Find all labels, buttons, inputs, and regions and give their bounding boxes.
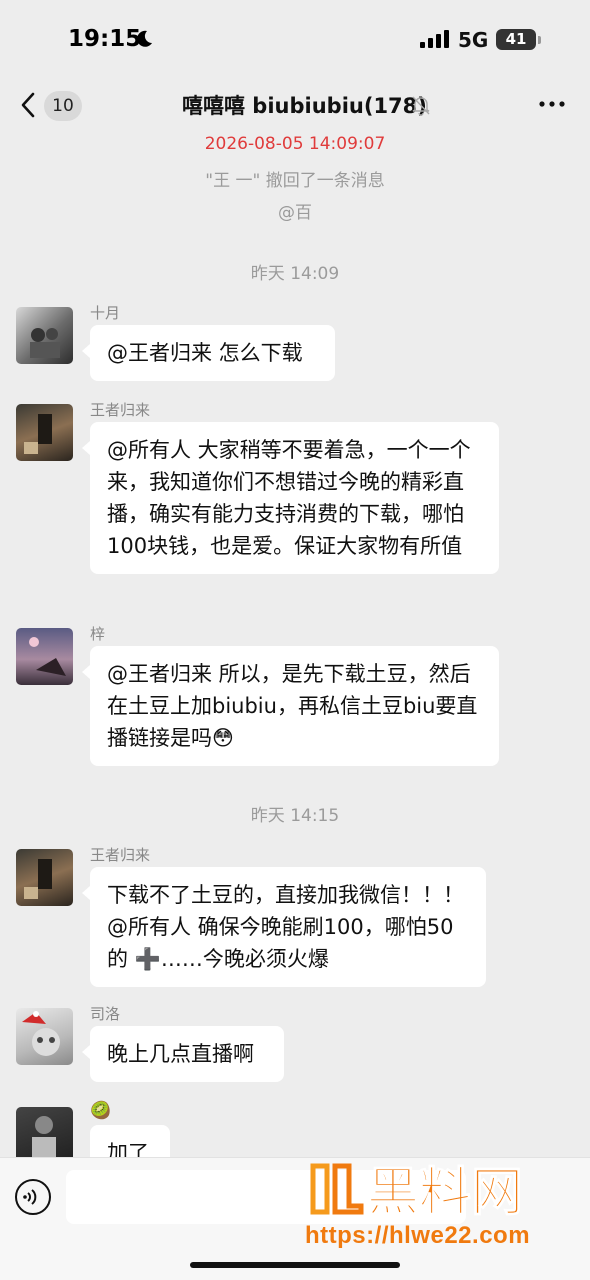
voice-icon[interactable] — [14, 1178, 52, 1216]
battery-cap — [538, 36, 541, 44]
message-bubble[interactable]: @王者归来 所以，是先下载土豆，然后在土豆上加biubiu，再私信土豆biu要直… — [82, 646, 499, 766]
message-bubble[interactable]: 晚上几点直播啊 — [82, 1026, 284, 1082]
network-label: 5G — [458, 28, 489, 52]
recall-notice: "王 一" 撤回了一条消息 — [205, 171, 385, 191]
avatar[interactable] — [16, 307, 73, 364]
chat-header: 10 嘻嘻嘻 biubiubiu(178) — [0, 80, 590, 130]
avatar-image — [29, 637, 66, 676]
moon-icon — [137, 30, 152, 47]
message-bubble[interactable]: 下载不了土豆的，直接加我微信！！！@所有人 确保今晚能刷100，哪怕50的 ➕…… — [82, 867, 486, 987]
message-bubble[interactable]: @所有人 大家稍等不要着急，一个一个来，我知道你们不想错过今晚的精彩直播，确实有… — [82, 422, 499, 574]
bell-off-icon — [412, 96, 430, 116]
svg-text:黑料网: 黑料网 — [367, 1163, 523, 1222]
watermark-logo — [310, 1163, 364, 1215]
avatar-image — [24, 859, 52, 899]
system-mention: @百 — [278, 203, 312, 223]
sender-name: 十月 — [90, 304, 121, 322]
signal-icon — [420, 30, 449, 48]
time-divider: 昨天 14:09 — [250, 264, 340, 284]
watermark: 黑料网 https://hlwe22.com — [305, 1160, 585, 1250]
avatar-image — [22, 1011, 60, 1056]
more-icon[interactable] — [538, 94, 568, 114]
sender-name: 🥝 — [90, 1101, 112, 1121]
chat-title: 嘻嘻嘻 biubiubiu(178) — [182, 94, 427, 118]
avatar-image — [32, 1116, 56, 1157]
status-time: 19:15 — [68, 26, 142, 52]
system-timestamp: 2026-08-05 14:09:07 — [204, 134, 386, 154]
message-bubble[interactable]: 加了 — [90, 1125, 170, 1157]
sender-name: 司洛 — [90, 1005, 121, 1023]
avatar-image — [30, 328, 60, 358]
battery-icon: 41 — [496, 29, 536, 50]
avatar-image — [24, 414, 52, 454]
back-button[interactable]: 10 — [18, 88, 88, 122]
status-bar: 19:15 5G 41 — [0, 0, 590, 80]
message-bubble[interactable]: @王者归来 怎么下载 — [82, 325, 335, 381]
avatar[interactable] — [16, 849, 73, 906]
avatar[interactable] — [16, 404, 73, 461]
chevron-left-icon — [21, 92, 35, 118]
home-indicator — [190, 1262, 400, 1268]
sender-name: 梓 — [90, 625, 106, 643]
sender-name: 王者归来 — [90, 846, 151, 864]
avatar[interactable] — [16, 1008, 73, 1065]
time-divider: 昨天 14:15 — [250, 806, 340, 826]
watermark-brand: 黑料网 — [367, 1163, 524, 1223]
watermark-url: https://hlwe22.com — [305, 1222, 531, 1249]
avatar[interactable] — [16, 628, 73, 685]
sender-name: 王者归来 — [90, 401, 151, 419]
unread-badge: 10 — [44, 91, 82, 121]
avatar[interactable] — [16, 1107, 73, 1157]
